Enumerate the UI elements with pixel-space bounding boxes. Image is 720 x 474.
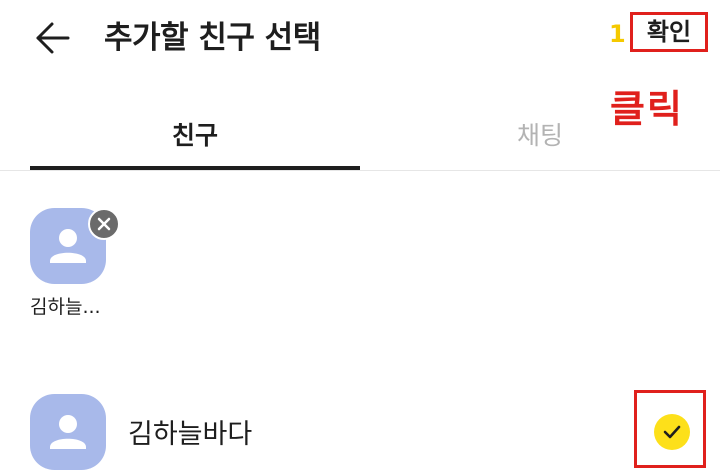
friend-select-screen: 추가할 친구 선택 1 확인 클릭 친구 채팅 김하늘... 김하늘바다 bbox=[0, 0, 720, 474]
chip-name: 김하늘... bbox=[30, 296, 101, 318]
tab-chats[interactable]: 채팅 bbox=[375, 110, 705, 170]
friend-list-item[interactable]: 김하늘바다 bbox=[0, 390, 720, 474]
friend-name: 김하늘바다 bbox=[128, 419, 253, 450]
confirm-button[interactable]: 확인 bbox=[630, 12, 708, 52]
arrow-left-icon bbox=[36, 22, 70, 54]
checkmark-icon bbox=[663, 425, 681, 439]
default-profile-icon bbox=[50, 415, 86, 449]
selected-friend-chip: 김하늘... bbox=[30, 208, 120, 320]
tab-friends-label: 친구 bbox=[171, 121, 218, 150]
tab-chats-label: 채팅 bbox=[516, 121, 563, 150]
selected-count-badge: 1 bbox=[609, 20, 626, 48]
avatar bbox=[30, 394, 106, 470]
close-icon bbox=[97, 217, 111, 231]
tab-divider bbox=[0, 170, 720, 171]
back-button[interactable] bbox=[30, 18, 74, 58]
page-title: 추가할 친구 선택 bbox=[104, 20, 321, 56]
friend-checkbox[interactable] bbox=[654, 414, 690, 450]
tab-friends[interactable]: 친구 bbox=[30, 110, 360, 170]
remove-chip-button[interactable] bbox=[88, 208, 120, 240]
